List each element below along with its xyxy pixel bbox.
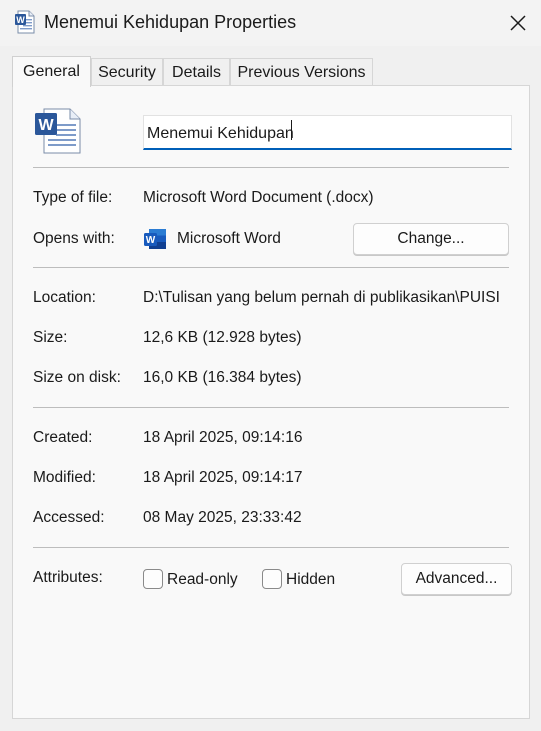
size-on-disk-label: Size on disk: [33,369,121,386]
tab-security-label: Security [98,63,156,81]
svg-text:W: W [38,117,54,134]
change-button[interactable]: Change... [353,223,509,255]
title-bar: W Menemui Kehidupan Properties [0,0,541,46]
type-of-file-label: Type of file: [33,189,113,206]
type-of-file-value: Microsoft Word Document (.docx) [143,189,374,206]
modified-value: 18 April 2025, 09:14:17 [143,469,303,486]
accessed-value: 08 May 2025, 23:33:42 [143,509,302,526]
accessed-label: Accessed: [33,509,105,526]
window-title: Menemui Kehidupan Properties [44,12,297,32]
file-name-input[interactable] [143,115,512,150]
divider [33,167,509,168]
size-label: Size: [33,329,68,346]
close-icon [510,15,526,31]
tab-general[interactable]: General [12,56,91,87]
modified-label: Modified: [33,469,96,486]
attributes-label: Attributes: [33,569,103,586]
advanced-button[interactable]: Advanced... [401,563,512,595]
divider [33,407,509,408]
read-only-label[interactable]: Read-only [167,571,238,589]
general-panel [12,85,530,719]
read-only-checkbox[interactable] [143,569,163,589]
word-document-icon: W [35,108,81,154]
change-button-label: Change... [397,230,465,247]
location-label: Location: [33,289,96,306]
svg-text:W: W [16,15,25,25]
text-caret [291,120,292,140]
advanced-button-label: Advanced... [415,570,498,587]
size-on-disk-value: 16,0 KB (16.384 bytes) [143,369,302,386]
opens-with-label: Opens with: [33,230,115,247]
svg-text:W: W [146,235,156,246]
close-button[interactable] [495,0,541,46]
tab-details-label: Details [172,63,221,81]
tab-previous-versions-label: Previous Versions [237,63,366,81]
created-label: Created: [33,429,93,446]
hidden-label[interactable]: Hidden [286,571,335,589]
location-value: D:\Tulisan yang belum pernah di publikas… [143,289,500,306]
tab-previous-versions[interactable]: Previous Versions [230,58,373,86]
tab-general-label: General [23,63,80,80]
opens-with-value: Microsoft Word [177,230,281,247]
divider [33,267,509,268]
created-value: 18 April 2025, 09:14:16 [143,429,303,446]
microsoft-word-icon: W [144,229,166,249]
hidden-checkbox[interactable] [262,569,282,589]
tab-security[interactable]: Security [91,58,163,86]
size-value: 12,6 KB (12.928 bytes) [143,329,302,346]
word-document-icon: W [15,10,35,34]
divider [33,547,509,548]
tab-details[interactable]: Details [163,58,230,86]
